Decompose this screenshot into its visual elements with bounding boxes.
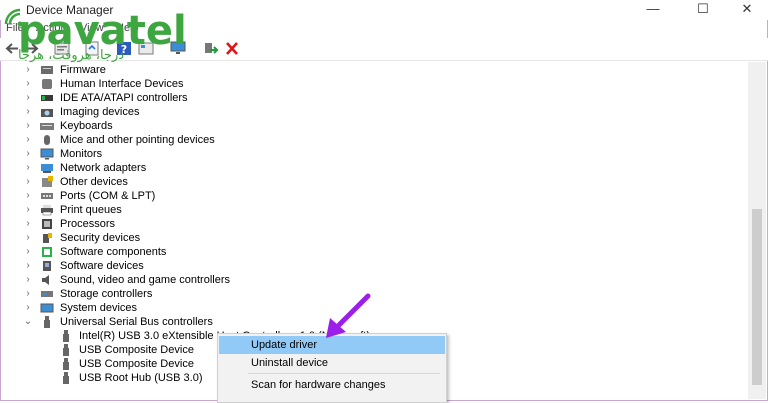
menu-item-label: Update driver bbox=[251, 339, 318, 351]
port-icon bbox=[41, 193, 53, 199]
chevron-down-icon[interactable]: ⌄ bbox=[23, 315, 33, 329]
tree-item[interactable]: › Software components bbox=[0, 245, 740, 259]
chevron-right-icon[interactable]: › bbox=[23, 161, 33, 175]
tree-item[interactable]: › Software devices bbox=[0, 259, 740, 273]
chevron-right-icon[interactable]: › bbox=[23, 189, 33, 203]
tree-item-label: Software devices bbox=[60, 260, 144, 272]
ide-controller-icon bbox=[41, 95, 53, 101]
chevron-right-icon[interactable]: › bbox=[23, 273, 33, 287]
tree-item[interactable]: › Mice and other pointing devices bbox=[0, 133, 740, 147]
software-device-icon bbox=[43, 261, 51, 271]
chevron-right-icon[interactable]: › bbox=[23, 301, 33, 315]
tree-item[interactable]: › Ports (COM & LPT) bbox=[0, 189, 740, 203]
scan-hardware-menu-item[interactable]: Scan for hardware changes bbox=[219, 376, 445, 394]
storage-icon bbox=[41, 291, 53, 297]
chevron-right-icon[interactable]: › bbox=[23, 133, 33, 147]
chevron-right-icon[interactable]: › bbox=[23, 91, 33, 105]
tree-item-label: IDE ATA/ATAPI controllers bbox=[60, 92, 188, 104]
usb-device-icon bbox=[63, 372, 69, 384]
chevron-right-icon[interactable]: › bbox=[23, 203, 33, 217]
usb-device-icon bbox=[63, 344, 69, 356]
chevron-right-icon[interactable]: › bbox=[23, 147, 33, 161]
system-device-icon bbox=[40, 303, 54, 313]
mouse-icon bbox=[44, 135, 50, 145]
chevron-right-icon[interactable]: › bbox=[23, 231, 33, 245]
tree-item-label: Other devices bbox=[60, 176, 128, 188]
tree-item-label: Print queues bbox=[60, 204, 122, 216]
tree-item[interactable]: › Keyboards bbox=[0, 119, 740, 133]
tree-item-label: Network adapters bbox=[60, 162, 147, 174]
uninstall-x-icon[interactable] bbox=[224, 41, 240, 56]
tree-item[interactable]: › Security devices bbox=[0, 231, 740, 245]
tree-item[interactable]: › Human Interface Devices bbox=[0, 77, 740, 91]
tree-item-label: System devices bbox=[60, 302, 138, 314]
menu-item-label: Uninstall device bbox=[251, 357, 329, 369]
software-component-icon bbox=[42, 247, 52, 257]
tree-item-label: Software components bbox=[60, 246, 167, 258]
tree-item[interactable]: › Network adapters bbox=[0, 161, 740, 175]
unknown-device-icon bbox=[42, 176, 53, 187]
chevron-right-icon[interactable]: › bbox=[23, 259, 33, 273]
speaker-icon bbox=[42, 275, 49, 285]
printer-icon bbox=[41, 205, 53, 216]
tree-item[interactable]: › Other devices bbox=[0, 175, 740, 189]
tree-item[interactable]: › Processors bbox=[0, 217, 740, 231]
tree-item-label: USB Composite Device bbox=[79, 344, 194, 356]
scrollbar-thumb[interactable] bbox=[752, 209, 762, 385]
tree-item-label: Processors bbox=[60, 218, 116, 230]
tree-item-label: Storage controllers bbox=[60, 288, 153, 300]
tree-item[interactable]: › IDE ATA/ATAPI controllers bbox=[0, 91, 740, 105]
chevron-right-icon[interactable]: › bbox=[23, 175, 33, 189]
watermark-logo: pavatel درجا، هروقت، هرجا bbox=[0, 0, 190, 68]
keyboard-icon bbox=[40, 123, 54, 130]
usb-device-icon bbox=[63, 330, 69, 342]
chevron-right-icon[interactable]: › bbox=[23, 119, 33, 133]
maximize-button[interactable]: ☐ bbox=[680, 0, 726, 20]
tree-item[interactable]: › Sound, video and game controllers bbox=[0, 273, 740, 287]
hid-icon bbox=[42, 79, 52, 89]
tree-item-label: Mice and other pointing devices bbox=[60, 134, 215, 146]
usb-icon bbox=[44, 316, 50, 328]
network-adapter-icon bbox=[41, 164, 53, 173]
pointer-arrow-icon bbox=[326, 293, 371, 338]
chevron-right-icon[interactable]: › bbox=[23, 77, 33, 91]
minimize-button[interactable]: — bbox=[630, 0, 676, 20]
tree-item[interactable]: › Print queues bbox=[0, 203, 740, 217]
chevron-right-icon[interactable]: › bbox=[23, 217, 33, 231]
menu-item-label: Scan for hardware changes bbox=[251, 379, 386, 391]
uninstall-device-menu-item[interactable]: Uninstall device bbox=[219, 354, 445, 372]
tree-item-label: Monitors bbox=[60, 148, 103, 160]
monitor-icon bbox=[40, 148, 54, 160]
close-button[interactable]: ✕ bbox=[724, 0, 768, 20]
enable-device-icon[interactable] bbox=[202, 41, 218, 56]
tree-item-label: Imaging devices bbox=[60, 106, 140, 118]
tree-item-label: Sound, video and game controllers bbox=[60, 274, 230, 286]
vertical-scrollbar[interactable] bbox=[748, 62, 766, 399]
context-menu: Update driver Uninstall device Scan for … bbox=[217, 333, 447, 403]
menu-separator bbox=[248, 373, 440, 374]
tree-item[interactable]: › Monitors bbox=[0, 147, 740, 161]
tree-item-label: Security devices bbox=[60, 232, 141, 244]
tree-item-label: USB Root Hub (USB 3.0) bbox=[79, 372, 203, 384]
chevron-right-icon[interactable]: › bbox=[23, 245, 33, 259]
usb-device-icon bbox=[63, 358, 69, 370]
tree-item-label: USB Composite Device bbox=[79, 358, 194, 370]
tree-item-label: Human Interface Devices bbox=[60, 78, 184, 90]
camera-icon bbox=[41, 109, 53, 117]
processor-icon bbox=[42, 219, 52, 229]
tree-item-label: Keyboards bbox=[60, 120, 113, 132]
tree-item-label: Universal Serial Bus controllers bbox=[60, 316, 213, 328]
chevron-right-icon[interactable]: › bbox=[23, 105, 33, 119]
tree-item[interactable]: › Imaging devices bbox=[0, 105, 740, 119]
security-key-icon bbox=[43, 233, 52, 243]
brand-tagline: درجا، هروقت، هرجا bbox=[18, 48, 125, 63]
chevron-right-icon[interactable]: › bbox=[23, 287, 33, 301]
tree-item-label: Ports (COM & LPT) bbox=[60, 190, 156, 202]
